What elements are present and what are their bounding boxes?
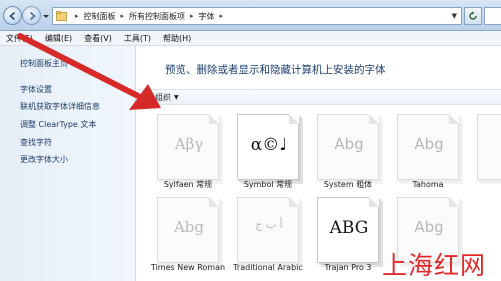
font-name: System 粗体 bbox=[323, 180, 373, 189]
back-button[interactable] bbox=[3, 6, 22, 25]
organize-button[interactable]: 组织 ▼ bbox=[155, 92, 179, 103]
font-name: Trajan Pro 3 bbox=[324, 263, 372, 272]
font-sample: Abg bbox=[414, 218, 444, 236]
chevron-down-icon: ▼ bbox=[174, 93, 179, 101]
font-file-icon: Abg bbox=[157, 197, 219, 263]
refresh-icon bbox=[469, 11, 477, 20]
font-name: Tahoma bbox=[412, 180, 444, 189]
breadcrumb-all-items[interactable]: 所有控制面板项 bbox=[129, 11, 185, 22]
menu-edit[interactable]: 编辑(E) bbox=[45, 33, 72, 44]
breadcrumb-fonts[interactable]: 字体 bbox=[199, 11, 215, 22]
font-sample: Abg bbox=[173, 218, 205, 236]
address-dropdown-icon[interactable]: ▼ bbox=[452, 12, 457, 20]
breadcrumb-separator-icon: ▸ bbox=[219, 12, 224, 20]
font-name: Times New Roman bbox=[150, 263, 226, 272]
font-file-icon: ABG bbox=[317, 197, 379, 263]
breadcrumb-separator-icon: ▸ bbox=[120, 12, 125, 20]
font-file-icon: أ ب ج bbox=[237, 197, 299, 263]
font-sample: α©♩ bbox=[250, 135, 288, 155]
menu-tools[interactable]: 工具(T) bbox=[124, 33, 151, 44]
refresh-button[interactable] bbox=[464, 7, 482, 25]
font-tile-partial[interactable] bbox=[469, 114, 501, 194]
link-font-settings[interactable]: 字体设置 bbox=[20, 84, 52, 95]
forward-button[interactable] bbox=[22, 6, 41, 25]
search-input[interactable] bbox=[484, 7, 501, 25]
menu-help[interactable]: 帮助(H) bbox=[163, 33, 191, 44]
font-sample: ABG bbox=[329, 218, 369, 238]
link-get-font-info-online[interactable]: 联机获取字体详细信息 bbox=[20, 101, 100, 112]
menu-file[interactable]: 文件(F) bbox=[6, 33, 33, 44]
task-pane: 控制面板主页 字体设置 联机获取字体详细信息 调整 ClearType 文本 查… bbox=[0, 46, 136, 281]
font-file-icon: Abg bbox=[317, 114, 379, 180]
link-control-panel-home[interactable]: 控制面板主页 bbox=[20, 58, 68, 69]
font-sample: أ ب ج bbox=[255, 218, 283, 231]
font-name: Traditional Arabic bbox=[233, 263, 303, 272]
address-bar: ▸ 控制面板 ▸ 所有控制面板项 ▸ 字体 ▸ ▼ bbox=[0, 0, 501, 31]
arrow-right-icon bbox=[29, 11, 36, 20]
page-title: 预览、删除或者显示和隐藏计算机上安装的字体 bbox=[165, 64, 386, 76]
font-file-icon: α©♩ bbox=[237, 114, 299, 180]
menu-view[interactable]: 查看(V) bbox=[84, 33, 112, 44]
breadcrumb-control-panel[interactable]: 控制面板 bbox=[84, 11, 116, 22]
link-adjust-cleartype[interactable]: 调整 ClearType 文本 bbox=[20, 119, 96, 130]
font-name: Sylfaen 常规 bbox=[163, 180, 213, 189]
watermark: 上海红网 bbox=[382, 251, 487, 280]
folder-icon bbox=[56, 11, 67, 21]
arrow-left-icon bbox=[8, 11, 15, 20]
font-sample: Abg bbox=[334, 135, 364, 153]
address-field[interactable]: ▸ 控制面板 ▸ 所有控制面板项 ▸ 字体 ▸ ▼ bbox=[52, 7, 462, 25]
command-bar: 组织 ▼ bbox=[137, 89, 501, 105]
breadcrumb-separator-icon: ▸ bbox=[190, 12, 194, 20]
recent-pages-dropdown-icon[interactable] bbox=[42, 12, 50, 20]
font-file-icon: Abg bbox=[397, 114, 459, 180]
link-change-font-size[interactable]: 更改字体大小 bbox=[20, 154, 68, 165]
font-sample: Aβγ bbox=[174, 135, 204, 153]
link-find-character[interactable]: 查找字符 bbox=[20, 137, 52, 148]
font-file-icon bbox=[477, 114, 501, 180]
font-file-icon: Aβγ bbox=[157, 114, 219, 180]
breadcrumb-separator-icon: ▸ bbox=[75, 12, 79, 20]
font-sample: Abg bbox=[414, 135, 444, 153]
organize-label: 组织 bbox=[155, 92, 171, 102]
font-name: Symbol 常规 bbox=[243, 180, 293, 189]
menu-bar: 文件(F) 编辑(E) 查看(V) 工具(T) 帮助(H) bbox=[0, 31, 501, 46]
